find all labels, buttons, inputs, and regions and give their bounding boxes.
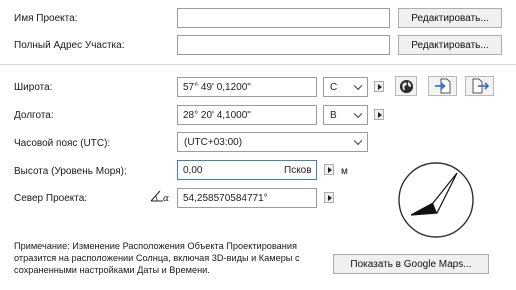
chevron-down-icon	[353, 109, 363, 119]
latitude-hemisphere-select[interactable]: С	[323, 77, 368, 97]
note-line3: сохраненными настройками Даты и Времени.	[14, 265, 210, 275]
longitude-arrow-button[interactable]	[374, 109, 384, 120]
site-address-label: Полный Адрес Участка:	[14, 40, 125, 51]
altitude-value: 0,00	[183, 164, 203, 176]
edit-site-address-button[interactable]: Редактировать...	[398, 35, 502, 55]
latitude-hemisphere-value: С	[330, 81, 338, 93]
project-north-input[interactable]: 54,258570584771°	[177, 188, 317, 208]
export-icon	[472, 78, 489, 94]
timezone-select[interactable]: (UTC+03:00)	[177, 132, 368, 152]
latitude-label: Широта:	[14, 82, 53, 93]
project-name-label: Имя Проекта:	[14, 13, 78, 24]
note-prefix: Примечание:	[14, 241, 70, 251]
project-north-arrow-button[interactable]	[324, 192, 334, 203]
altitude-input[interactable]: 0,00 Псков	[177, 160, 317, 180]
compass-icon[interactable]	[397, 161, 475, 239]
longitude-hemisphere-select[interactable]: В	[323, 105, 368, 125]
edit-project-name-button[interactable]: Редактировать...	[398, 8, 502, 28]
note-line1: Изменение Расположения Объекта Проектиро…	[69, 241, 297, 251]
chevron-down-icon	[353, 136, 363, 146]
chevron-down-icon	[353, 81, 363, 91]
project-north-label: Север Проекта:	[14, 193, 88, 204]
timezone-value: (UTC+03:00)	[184, 136, 243, 148]
latitude-input[interactable]: 57° 49' 0,1200"	[177, 77, 317, 97]
site-address-field[interactable]	[177, 35, 390, 55]
show-google-maps-button[interactable]: Показать в Google Maps...	[333, 254, 489, 274]
export-location-button[interactable]	[465, 76, 494, 96]
altitude-label: Высота (Уровень Моря):	[14, 166, 127, 177]
globe-icon	[399, 79, 413, 93]
longitude-hemisphere-value: В	[330, 109, 337, 121]
longitude-label: Долгота:	[14, 110, 54, 121]
import-location-button[interactable]	[428, 76, 457, 96]
altitude-reference: Псков	[284, 164, 312, 176]
svg-text:α: α	[163, 194, 169, 204]
import-icon	[434, 78, 450, 94]
globe-button[interactable]	[395, 76, 417, 96]
note-line2: отразится на расположении Солнца, включа…	[14, 253, 300, 263]
altitude-unit: м	[341, 166, 348, 177]
project-name-field[interactable]	[177, 8, 390, 28]
location-note: Примечание: Изменение Расположения Объек…	[14, 240, 314, 276]
timezone-label: Часовой пояс (UTC):	[14, 138, 111, 149]
section-divider	[0, 64, 516, 65]
angle-icon: α	[150, 190, 169, 204]
longitude-input[interactable]: 28° 20' 4,1000"	[177, 105, 317, 125]
latitude-arrow-button[interactable]	[374, 81, 384, 92]
altitude-arrow-button[interactable]	[324, 164, 334, 175]
